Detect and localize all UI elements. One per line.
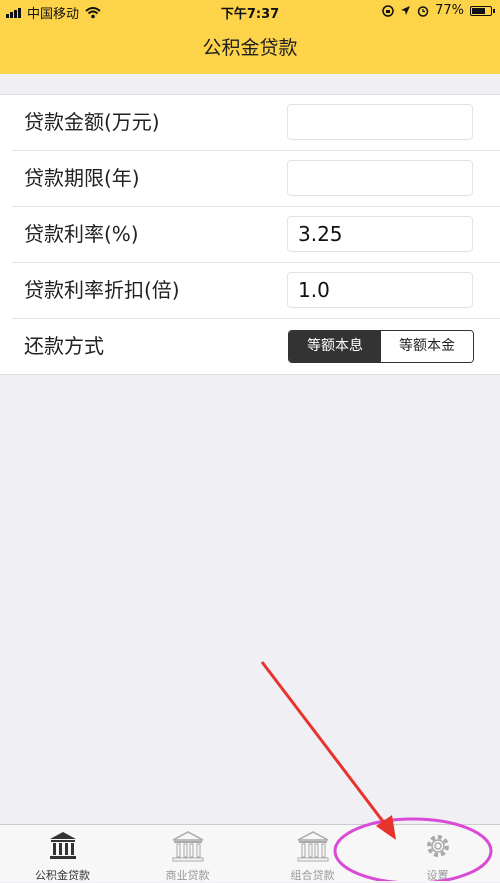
interest-rate-row: 贷款利率(%) 3.25 — [12, 207, 500, 263]
battery-percent: 77% — [435, 3, 464, 18]
rate-discount-input[interactable]: 1.0 — [287, 272, 473, 308]
tab-settings[interactable]: 设置 — [375, 825, 500, 882]
navigation-bar: 公积金贷款 — [0, 22, 500, 74]
loan-term-input[interactable] — [287, 160, 473, 196]
status-bar: 中国移动 下午7:37 77% — [0, 0, 500, 22]
bank-icon — [297, 831, 328, 862]
equal-principal-option[interactable]: 等额本金 — [381, 331, 473, 362]
rate-discount-row: 贷款利率折扣(倍) 1.0 — [12, 263, 500, 319]
page-title: 公积金贷款 — [202, 37, 298, 59]
repayment-method-label: 还款方式 — [24, 334, 104, 358]
loan-amount-row: 贷款金额(万元) — [12, 95, 500, 151]
orientation-lock-icon — [382, 4, 394, 17]
loan-term-row: 贷款期限(年) — [12, 151, 500, 207]
interest-rate-input[interactable]: 3.25 — [287, 216, 473, 252]
rate-discount-label: 贷款利率折扣(倍) — [24, 278, 180, 302]
alarm-icon — [417, 5, 429, 17]
equal-installment-option[interactable]: 等额本息 — [289, 331, 381, 362]
repayment-method-segmented-control: 等额本息 等额本金 — [288, 330, 474, 363]
tab-combined-loan[interactable]: 组合贷款 — [250, 825, 375, 882]
loan-amount-input[interactable] — [287, 104, 473, 140]
tab-commercial-loan[interactable]: 商业贷款 — [125, 825, 250, 882]
loan-term-label: 贷款期限(年) — [24, 166, 140, 190]
repayment-method-row: 还款方式 等额本息 等额本金 — [12, 319, 500, 374]
tab-bar: 公积金贷款 商业贷款 组合贷款 设置 — [0, 824, 500, 882]
loan-form: 贷款金额(万元) 贷款期限(年) 贷款利率(%) 3.25 贷款利率折扣(倍) … — [0, 94, 500, 375]
battery-icon — [470, 5, 495, 16]
bank-icon — [172, 831, 203, 862]
annotation-arrow-line — [260, 661, 390, 829]
location-icon — [401, 6, 411, 15]
gear-icon — [426, 835, 449, 857]
interest-rate-label: 贷款利率(%) — [24, 222, 139, 246]
tab-housing-fund-loan[interactable]: 公积金贷款 — [0, 825, 125, 882]
bank-icon — [49, 832, 76, 859]
loan-amount-label: 贷款金额(万元) — [24, 110, 160, 134]
